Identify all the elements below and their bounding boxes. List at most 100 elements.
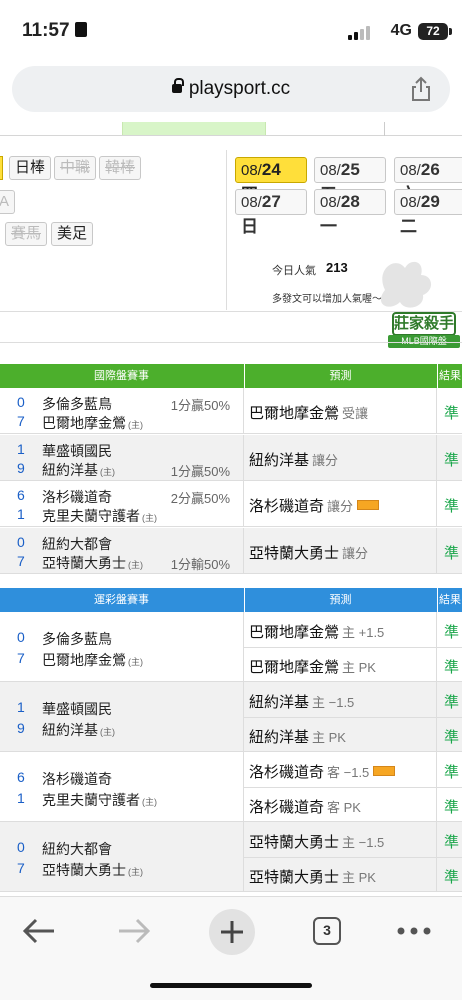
date-0825[interactable]: 08/25 五 [314,157,386,204]
pred-type: 主 +1.5 [342,625,385,640]
away-team[interactable]: 華盛頓國民 [42,699,112,719]
home-score: 1 [17,506,25,522]
ribbon-icon [357,500,380,510]
table-row[interactable]: 6 洛杉磯道奇 2分贏50% 1 克里夫蘭守護者 (主) 洛杉磯道奇 讓分準 [0,481,462,527]
table-row[interactable]: 1 華盛頓國民 9 紐約洋基 (主) 1分贏50% 紐約洋基 讓分準 [0,435,462,481]
date-0829[interactable]: 08/29 二 [394,189,462,236]
tab-horse[interactable]: 賽馬 [5,222,48,246]
home-team-wrap[interactable]: 亞特蘭大勇士 (主) [42,553,143,573]
home-team-wrap[interactable]: 巴爾地摩金鶯 (主) [42,650,143,670]
pred-team: 紐約洋基 [249,452,310,469]
prediction[interactable]: 亞特蘭大勇士主 PK [249,866,376,887]
prediction[interactable]: 洛杉磯道奇客 −1.5 [249,761,396,782]
result-mark: 準 [444,452,460,469]
home-score: 7 [17,553,25,569]
tab-partial-a[interactable]: A [0,190,16,214]
away-team[interactable]: 洛杉磯道奇 [42,487,112,507]
home-team-wrap[interactable]: 紐約洋基 (主) [42,460,115,480]
home-mark: (主) [128,657,143,667]
date-0826[interactable]: 08/26 六 [394,157,462,204]
home-team: 紐約洋基 [42,722,98,738]
away-team[interactable]: 多倫多藍鳥 [42,394,112,414]
pred-type: 讓分 [312,453,339,468]
home-team: 亞特蘭大勇士 [42,862,126,878]
new-tab-button[interactable] [209,909,255,955]
home-mark: (主) [142,513,157,523]
result-mark: 準 [444,834,460,851]
tab-nfl[interactable]: 美足 [51,222,94,246]
more-icon[interactable] [396,926,432,936]
back-icon[interactable] [22,916,56,946]
person-lock-icon [74,22,87,37]
result-mark: 準 [444,624,460,641]
table-row[interactable]: 0 多倫多藍鳥 1分贏50% 7 巴爾地摩金鶯 (主) 巴爾地摩金鶯 受讓準 [0,388,462,434]
tab-cpbl[interactable]: 中職 [54,156,97,180]
result-mark: 準 [444,498,460,515]
tab-jpn-baseball[interactable]: 日棒 [9,156,52,180]
table-row[interactable]: 6 洛杉磯道奇 1 克里夫蘭守護者 (主) 洛杉磯道奇客 −1.5 準洛杉磯道奇客 PK 準 [0,752,462,822]
pred-team: 洛杉磯道奇 [249,764,325,781]
away-score: 1 [17,699,25,715]
share-icon[interactable] [410,76,432,102]
handicap-home: 1分輸50% [170,557,230,572]
prediction[interactable]: 亞特蘭大勇士 讓分 [249,542,368,563]
prediction[interactable]: 巴爾地摩金鶯 受讓 [249,402,368,423]
home-mark: (主) [142,797,157,807]
prediction[interactable]: 紐約洋基主 −1.5 [249,691,354,712]
tabs-icon[interactable]: 3 [313,917,341,945]
prediction[interactable]: 亞特蘭大勇士主 −1.5 [249,831,384,852]
pred-type: 主 −1.5 [312,695,355,710]
col-predict: 預測 [244,364,436,388]
prediction[interactable]: 紐約洋基 讓分 [249,449,338,470]
prediction[interactable]: 巴爾地摩金鶯主 +1.5 [249,621,384,642]
home-team: 巴爾地摩金鶯 [42,415,126,431]
col-games: 運彩盤賽事 [94,594,149,606]
away-score: 6 [17,487,25,503]
away-team[interactable]: 紐約大都會 [42,839,112,859]
away-team[interactable]: 多倫多藍鳥 [42,629,112,649]
url-display[interactable]: playsport.cc [0,78,462,100]
away-team[interactable]: 華盛頓國民 [42,441,112,461]
dealer-killer-badge: 莊家殺手 MLB國際盤 [388,312,460,350]
home-team-wrap[interactable]: 亞特蘭大勇士 (主) [42,860,143,880]
home-team-wrap[interactable]: 巴爾地摩金鶯 (主) [42,413,143,433]
date-0827[interactable]: 08/27 日 [235,189,307,236]
table-row[interactable]: 0 紐約大都會 7 亞特蘭大勇士 (主) 1分輸50% 亞特蘭大勇士 讓分準 [0,528,462,574]
home-team-wrap[interactable]: 克里夫蘭守護者 (主) [42,790,157,810]
tab-partial[interactable] [0,156,3,180]
prediction[interactable]: 紐約洋基主 PK [249,726,346,747]
pred-type: 主 PK [342,660,376,675]
result-mark: 準 [444,799,460,816]
badge-title: 莊家殺手 [392,312,456,336]
pred-team: 亞特蘭大勇士 [249,834,340,851]
result-mark: 準 [444,694,460,711]
new-tab-icon [221,921,243,943]
prediction[interactable]: 洛杉磯道奇 讓分 [249,495,380,516]
away-team[interactable]: 紐約大都會 [42,534,112,554]
col-predict: 預測 [244,588,436,612]
network-type: 4G [390,22,412,39]
home-indicator [150,983,312,988]
signal-icon [348,26,370,40]
date-0828[interactable]: 08/28 一 [314,189,386,236]
tab-kbo[interactable]: 韓棒 [99,156,142,180]
pred-type: 主 −1.5 [342,835,385,850]
table-row[interactable]: 1 華盛頓國民 9 紐約洋基 (主) 紐約洋基主 −1.5 準紐約洋基主 PK 準 [0,682,462,752]
home-team: 紐約洋基 [42,462,98,478]
col-result: 結果 [437,364,462,388]
table-row[interactable]: 0 紐約大都會 7 亞特蘭大勇士 (主) 亞特蘭大勇士主 −1.5 準亞特蘭大勇士主 PK 準 [0,822,462,892]
home-team-wrap[interactable]: 紐約洋基 (主) [42,720,115,740]
col-result: 結果 [437,588,462,612]
table-row[interactable]: 0 多倫多藍鳥 7 巴爾地摩金鶯 (主) 巴爾地摩金鶯主 +1.5 準巴爾地摩金鶯主 PK 準 [0,612,462,682]
home-team: 克里夫蘭守護者 [42,508,140,524]
prediction[interactable]: 洛杉磯道奇客 PK [249,796,361,817]
pred-type: 客 PK [327,800,361,815]
pred-team: 洛杉磯道奇 [249,799,325,816]
pred-type: 受讓 [342,406,369,421]
result-mark: 準 [444,764,460,781]
date-0824[interactable]: 08/24 四 [235,157,307,204]
away-team[interactable]: 洛杉磯道奇 [42,769,112,789]
prediction[interactable]: 巴爾地摩金鶯主 PK [249,656,376,677]
home-team-wrap[interactable]: 克里夫蘭守護者 (主) [42,506,157,526]
forward-icon[interactable] [117,916,151,946]
